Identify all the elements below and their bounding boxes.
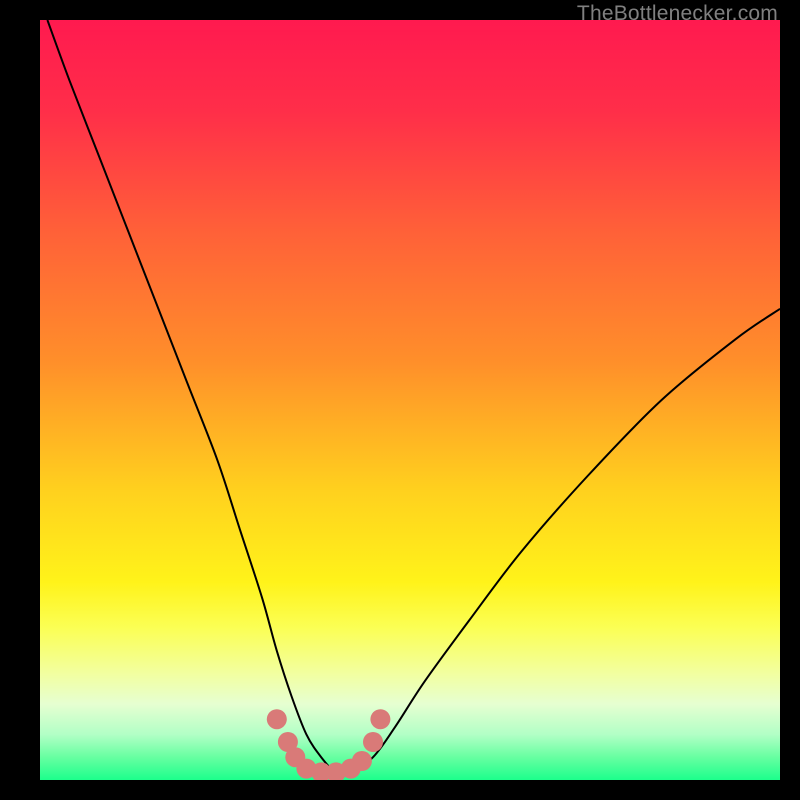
curve-layer (40, 20, 780, 780)
highlight-dot (370, 709, 390, 729)
chart-frame: TheBottlenecker.com (0, 0, 800, 800)
plot-area (40, 20, 780, 780)
bottleneck-curve (47, 20, 780, 774)
highlight-dot (267, 709, 287, 729)
highlight-dot (363, 732, 383, 752)
highlight-dot (352, 751, 372, 771)
watermark-text: TheBottlenecker.com (577, 2, 778, 26)
highlight-dots (267, 709, 391, 780)
